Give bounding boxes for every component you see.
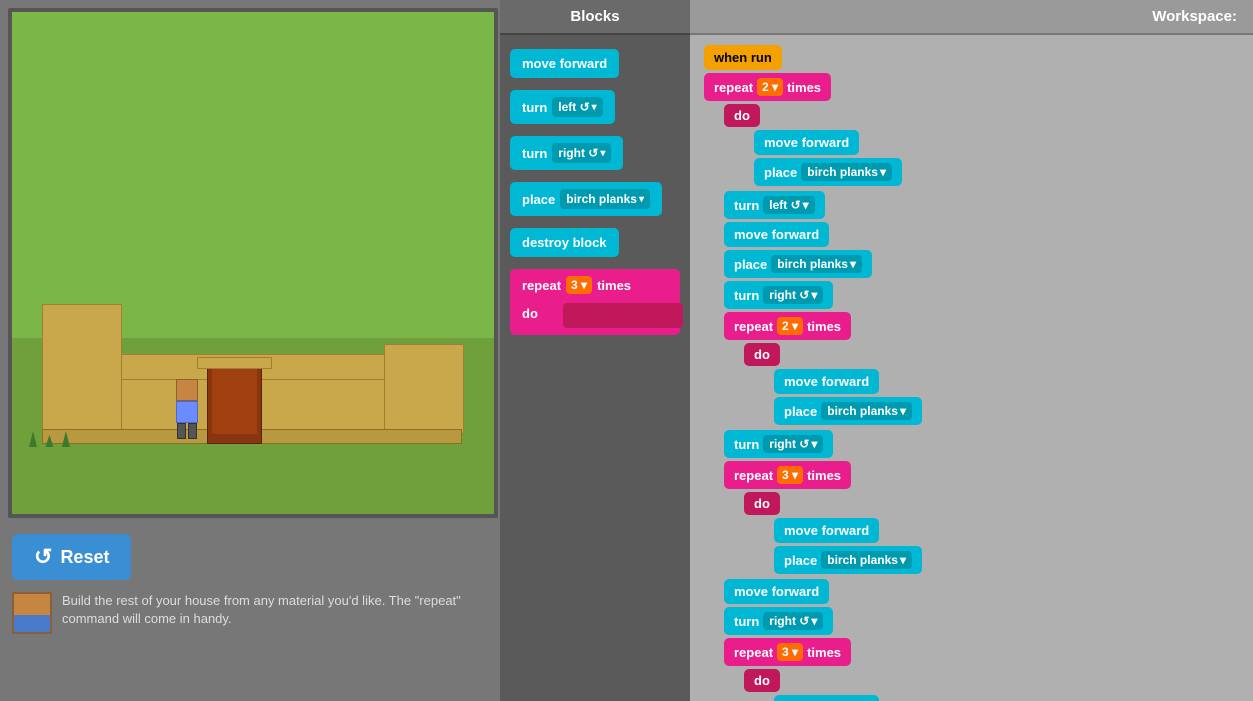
ws-move6[interactable]: move forward bbox=[774, 695, 1239, 701]
ws-turn-right3-dropdown[interactable]: right ↺ ▾ bbox=[763, 612, 823, 630]
ws-do3-label: do bbox=[744, 492, 1239, 515]
ws-move5[interactable]: move forward bbox=[724, 579, 1239, 604]
block-turn-right[interactable]: turn right ↺ ▾ bbox=[510, 136, 623, 170]
repeat3-num[interactable]: 3 ▾ bbox=[777, 466, 803, 484]
reset-button[interactable]: ↺ Reset bbox=[12, 534, 131, 580]
reset-button-label: Reset bbox=[60, 547, 109, 568]
reset-area: ↺ Reset bbox=[0, 526, 500, 588]
ws-place1[interactable]: place birch planks ▾ bbox=[754, 158, 1239, 186]
block-repeat[interactable]: repeat 3 ▾ times do bbox=[510, 269, 680, 335]
left-panel: ↺ Reset Build the rest of your house fro… bbox=[0, 0, 500, 701]
ws-do1-label: do bbox=[724, 104, 1239, 127]
blocks-header: Blocks bbox=[500, 0, 690, 35]
blocks-list: move forward turn left ↺ ▾ turn right ↺ … bbox=[500, 35, 690, 349]
ws-place1-dropdown[interactable]: birch planks ▾ bbox=[801, 163, 892, 181]
hint-area: Build the rest of your house from any ma… bbox=[0, 588, 500, 642]
ws-place4[interactable]: place birch planks ▾ bbox=[774, 546, 1239, 574]
ws-place3-dropdown[interactable]: birch planks ▾ bbox=[821, 402, 912, 420]
ws-place3[interactable]: place birch planks ▾ bbox=[774, 397, 1239, 425]
ws-move1[interactable]: move forward bbox=[754, 130, 1239, 155]
ws-repeat3[interactable]: repeat 3 ▾ times bbox=[724, 461, 1239, 489]
hint-text: Build the rest of your house from any ma… bbox=[62, 592, 488, 628]
ws-turn-right2[interactable]: turn right ↺ ▾ bbox=[724, 430, 1239, 458]
game-viewport bbox=[8, 8, 498, 518]
ws-turn-left1[interactable]: turn left ↺ ▾ bbox=[724, 191, 1239, 219]
block-turn-left[interactable]: turn left ↺ ▾ bbox=[510, 90, 615, 124]
ws-turn-left1-dropdown[interactable]: left ↺ ▾ bbox=[763, 196, 814, 214]
hint-avatar bbox=[12, 592, 52, 634]
ws-move3[interactable]: move forward bbox=[774, 369, 1239, 394]
turn-left-dropdown[interactable]: left ↺ ▾ bbox=[552, 97, 602, 117]
ws-move4[interactable]: move forward bbox=[774, 518, 1239, 543]
ws-turn-right1[interactable]: turn right ↺ ▾ bbox=[724, 281, 1239, 309]
ws-turn-right1-dropdown[interactable]: right ↺ ▾ bbox=[763, 286, 823, 304]
ws-turn-right2-dropdown[interactable]: right ↺ ▾ bbox=[763, 435, 823, 453]
ws-place2[interactable]: place birch planks ▾ bbox=[724, 250, 1239, 278]
ws-place4-dropdown[interactable]: birch planks ▾ bbox=[821, 551, 912, 569]
ws-move2[interactable]: move forward bbox=[724, 222, 1239, 247]
ws-repeat2[interactable]: repeat 2 ▾ times bbox=[724, 312, 1239, 340]
reset-icon: ↺ bbox=[34, 544, 52, 570]
ws-turn-right3[interactable]: turn right ↺ ▾ bbox=[724, 607, 1239, 635]
repeat2-num[interactable]: 2 ▾ bbox=[777, 317, 803, 335]
place-material-dropdown[interactable]: birch planks ▾ bbox=[560, 189, 650, 209]
block-place[interactable]: place birch planks ▾ bbox=[510, 182, 662, 216]
repeat4-num[interactable]: 3 ▾ bbox=[777, 643, 803, 661]
ws-do4-label: do bbox=[744, 669, 1239, 692]
turn-right-dropdown[interactable]: right ↺ ▾ bbox=[552, 143, 611, 163]
blocks-panel: Blocks move forward turn left ↺ ▾ turn r… bbox=[500, 0, 690, 701]
workspace-header: Workspace: bbox=[690, 0, 1253, 35]
ws-place2-dropdown[interactable]: birch planks ▾ bbox=[771, 255, 862, 273]
player-character bbox=[167, 379, 207, 439]
repeat-num[interactable]: 3 ▾ bbox=[566, 276, 592, 294]
ws-repeat4[interactable]: repeat 3 ▾ times bbox=[724, 638, 1239, 666]
repeat1-num[interactable]: 2 ▾ bbox=[757, 78, 783, 96]
block-destroy[interactable]: destroy block bbox=[510, 228, 619, 257]
ws-when-run[interactable]: when run bbox=[704, 45, 782, 70]
ws-do2-label: do bbox=[744, 343, 1239, 366]
block-move-forward[interactable]: move forward bbox=[510, 49, 619, 78]
ws-repeat1[interactable]: repeat 2 ▾ times bbox=[704, 73, 1239, 101]
repeat-do-slot bbox=[563, 303, 683, 328]
workspace-panel: Workspace: when run repeat 2 ▾ times do … bbox=[690, 0, 1253, 701]
workspace-content[interactable]: when run repeat 2 ▾ times do move forwar… bbox=[690, 35, 1253, 701]
